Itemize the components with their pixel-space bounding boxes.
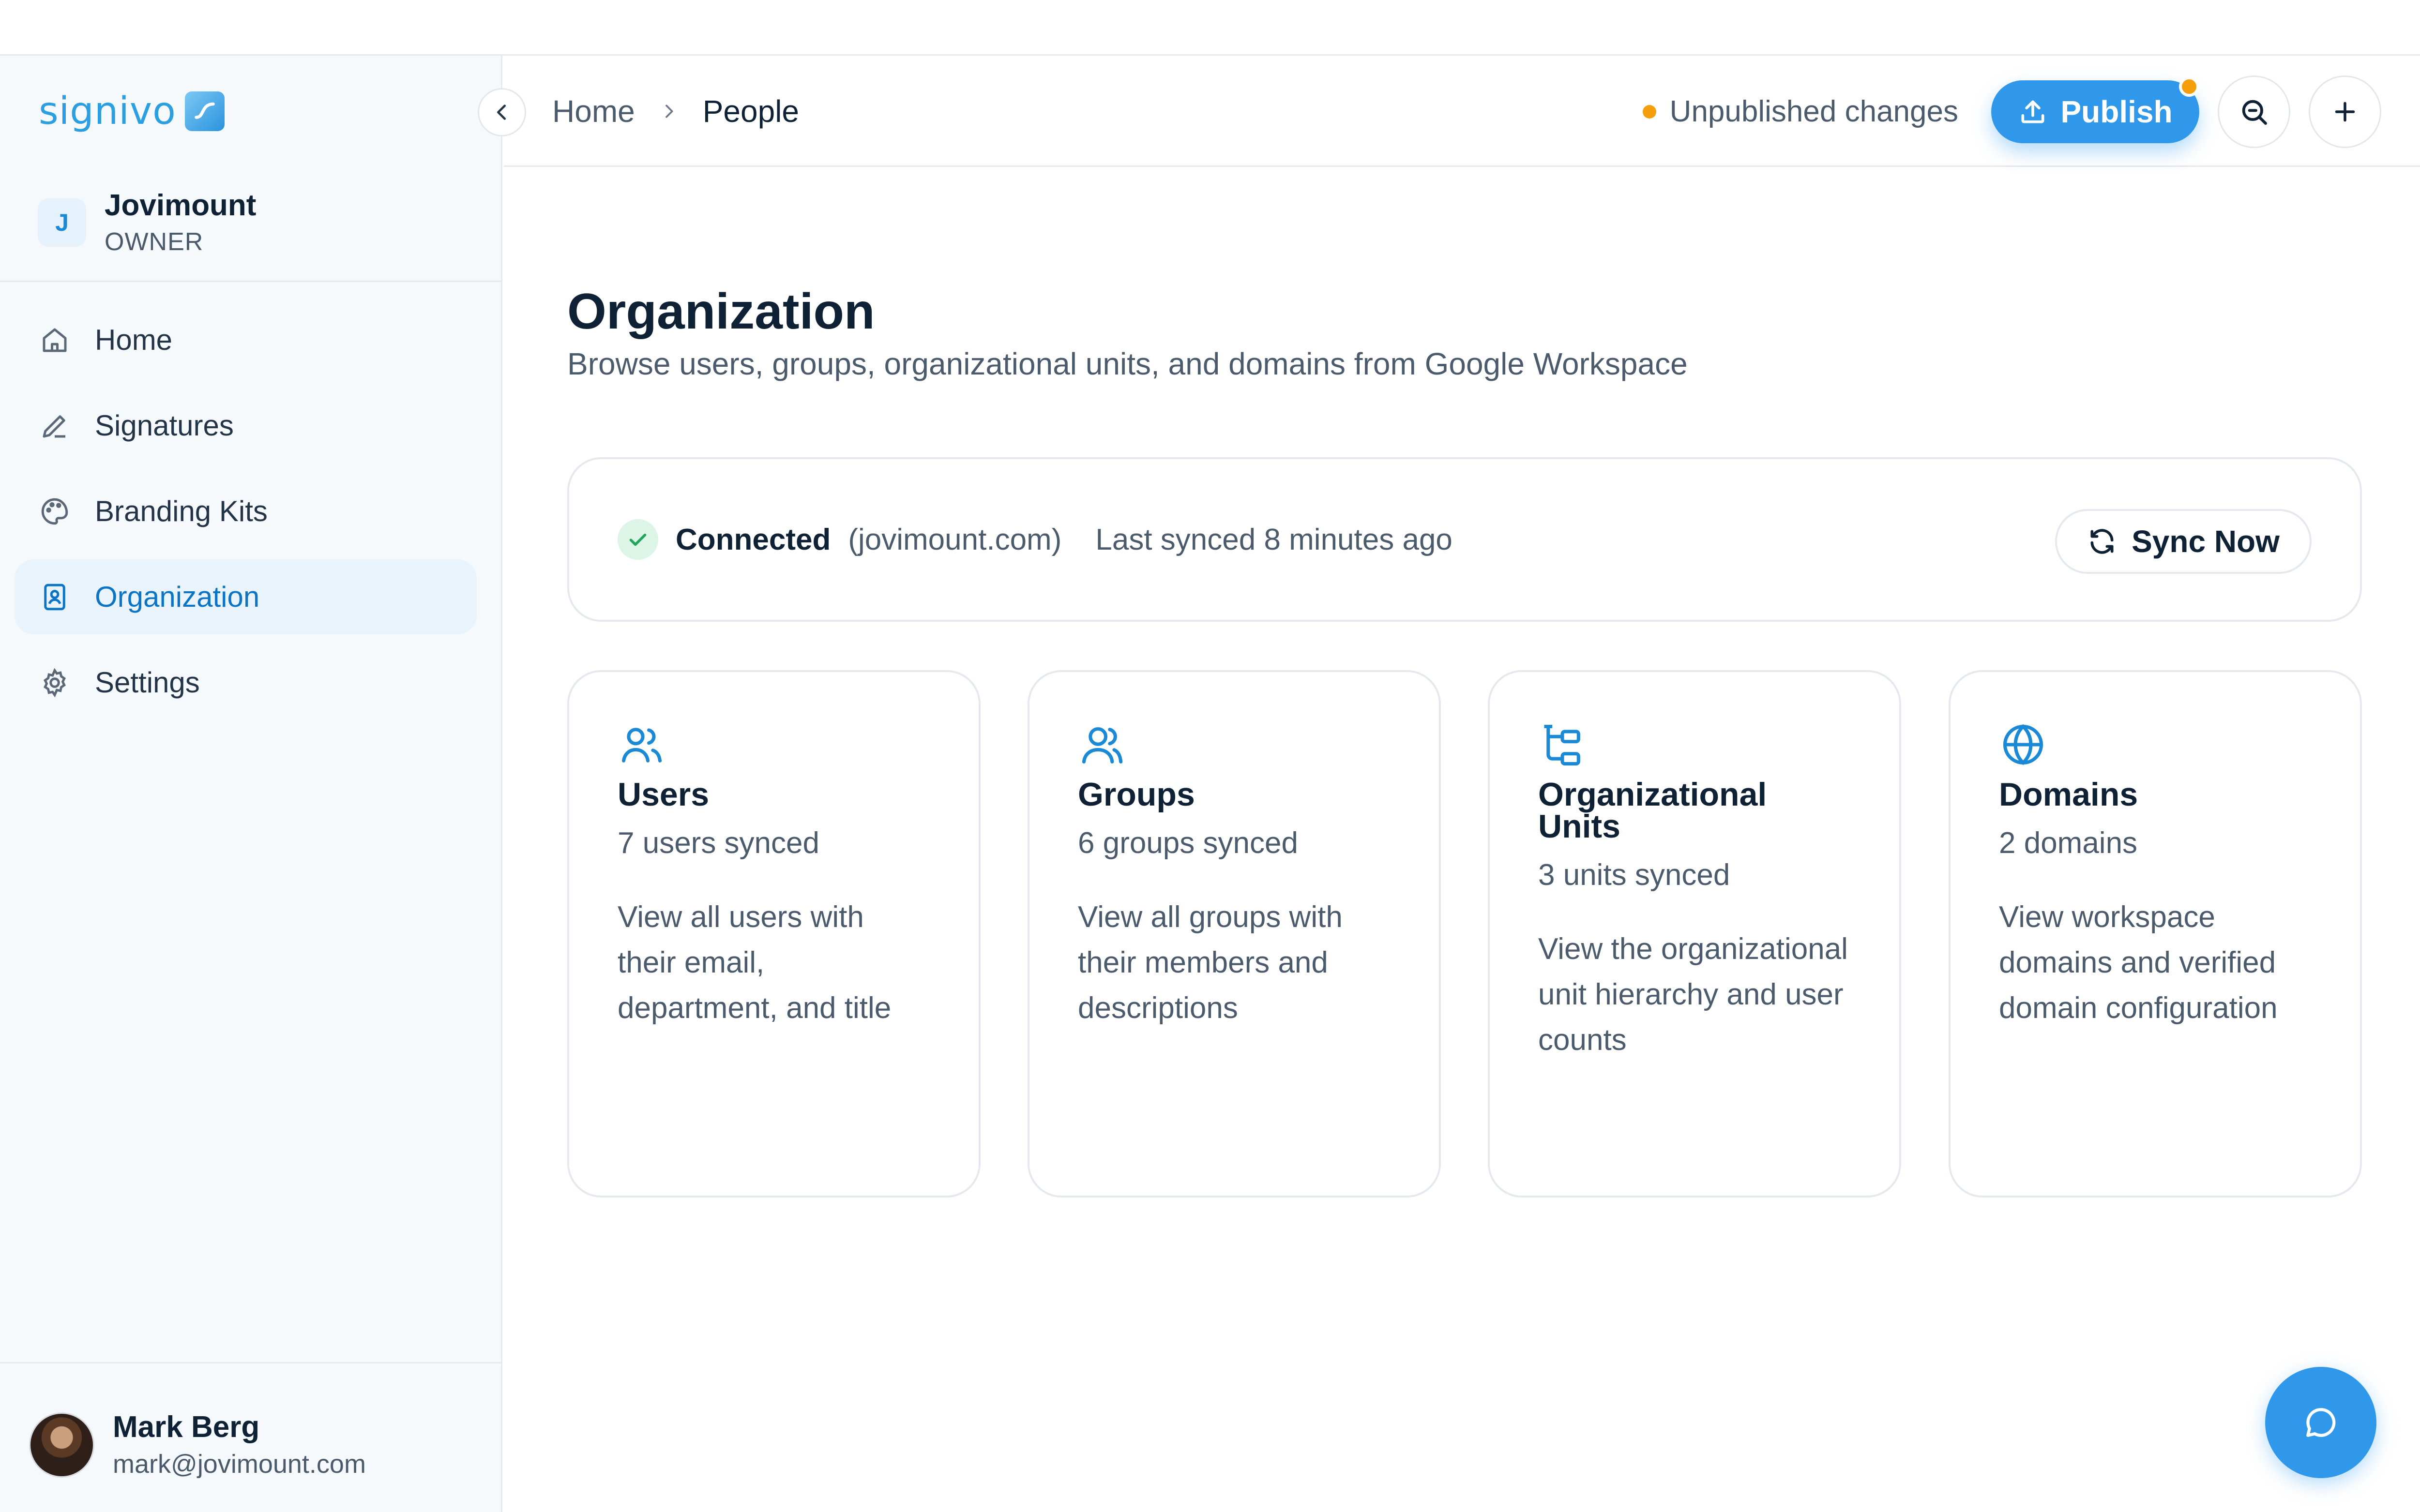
globe-icon	[1999, 720, 2312, 774]
last-synced-text: Last synced 8 minutes ago	[1095, 523, 1452, 556]
workspace-role: OWNER	[105, 228, 204, 256]
sidebar-divider	[0, 1362, 502, 1363]
card-title: Domains	[1999, 776, 2138, 813]
collapse-sidebar-button[interactable]	[478, 88, 526, 136]
groups-card[interactable]: Groups 6 groups synced View all groups w…	[1028, 670, 1441, 1198]
sidebar-item-label: Organization	[95, 581, 260, 613]
card-title: Users	[618, 776, 710, 813]
browser-top-strip	[0, 0, 2420, 56]
connected-label: Connected	[676, 523, 831, 556]
card-description: View the organizational unit hierarchy a…	[1538, 932, 1848, 1057]
brand-mark-icon	[184, 91, 225, 131]
unpublished-label: Unpublished changes	[1669, 95, 1958, 128]
top-header: Home People Unpublished changes Publish	[504, 56, 2420, 167]
card-description: View all groups with their members and d…	[1078, 900, 1343, 1025]
workspace-switcher[interactable]: J Jovimount OWNER	[38, 186, 256, 259]
chevron-left-icon	[497, 105, 506, 120]
connected-domain: (jovimount.com)	[848, 523, 1062, 556]
header-actions: Unpublished changes Publish	[1642, 75, 2381, 148]
breadcrumb: Home People	[552, 56, 799, 167]
card-count: 6 groups synced	[1078, 826, 1298, 860]
group-icon	[1078, 720, 1391, 774]
chevron-right-icon	[665, 105, 673, 118]
unpublished-status: Unpublished changes	[1642, 94, 1958, 129]
resource-cards: Users 7 users synced View all users with…	[567, 670, 2362, 1198]
user-email: mark@jovimount.com	[113, 1450, 366, 1479]
refresh-icon	[2090, 529, 2114, 554]
pen-icon	[43, 415, 65, 437]
card-count: 7 users synced	[618, 826, 819, 860]
search-button[interactable]	[2218, 75, 2290, 148]
status-dot-icon	[1642, 105, 1656, 119]
sync-now-label: Sync Now	[2132, 524, 2280, 559]
user-name: Mark Berg	[113, 1410, 260, 1444]
notification-dot	[2179, 76, 2199, 97]
page-title: Organization	[567, 284, 875, 340]
add-button[interactable]	[2309, 75, 2381, 148]
card-title: Groups	[1078, 776, 1195, 813]
sidebar-item-label: Settings	[95, 666, 200, 699]
avatar	[29, 1412, 94, 1478]
users-icon	[618, 720, 930, 774]
gear-icon	[44, 668, 66, 697]
breadcrumb-current: People	[702, 94, 799, 129]
sidebar-item-settings[interactable]: Settings	[15, 645, 477, 720]
sidebar-item-branding-kits[interactable]: Branding Kits	[15, 474, 477, 549]
card-description: View all users with their email, departm…	[618, 900, 892, 1025]
sidebar-divider	[0, 281, 502, 282]
organizational-units-card[interactable]: Organizational Units 3 units synced View…	[1488, 670, 1901, 1198]
publish-label: Publish	[2060, 94, 2173, 129]
workspace-avatar: J	[38, 198, 86, 247]
chat-bubble-icon	[2306, 1408, 2336, 1437]
sidebar-nav: Home Signatures Branding Kits Organizati…	[15, 302, 477, 731]
breadcrumb-home-link[interactable]: Home	[552, 93, 635, 129]
plus-icon	[2335, 102, 2355, 121]
card-title: Organizational Units	[1538, 776, 1767, 845]
card-count: 3 units synced	[1538, 858, 1730, 892]
users-card[interactable]: Users 7 users synced View all users with…	[567, 670, 981, 1198]
contact-book-icon	[44, 584, 65, 610]
brand-name: signivo	[39, 90, 176, 133]
card-description: View workspace domains and verified doma…	[1999, 900, 2278, 1025]
sidebar-item-organization[interactable]: Organization	[15, 559, 477, 634]
user-profile[interactable]: Mark Berg mark@jovimount.com	[29, 1408, 366, 1482]
sidebar-item-signatures[interactable]: Signatures	[15, 388, 477, 463]
sidebar-item-label: Home	[95, 324, 173, 356]
publish-button[interactable]: Publish	[1991, 76, 2199, 143]
chat-button[interactable]	[2265, 1367, 2376, 1478]
brand-logo[interactable]: signivo	[39, 87, 225, 135]
home-icon	[43, 328, 67, 352]
palette-icon	[41, 498, 68, 524]
org-tree-icon	[1538, 720, 1851, 774]
card-count: 2 domains	[1999, 826, 2138, 860]
domains-card[interactable]: Domains 2 domains View workspace domains…	[1949, 670, 2362, 1198]
connection-status-card: Connected (jovimount.com) Last synced 8 …	[567, 457, 2362, 622]
sidebar-item-home[interactable]: Home	[15, 302, 477, 377]
sidebar	[0, 56, 502, 1512]
sidebar-item-label: Branding Kits	[95, 495, 268, 527]
sync-now-button[interactable]: Sync Now	[2055, 509, 2312, 574]
search-icon	[2242, 100, 2267, 125]
upload-icon	[2021, 100, 2044, 123]
page-subtitle: Browse users, groups, organizational uni…	[567, 346, 1688, 381]
check-icon	[618, 519, 658, 560]
workspace-name: Jovimount	[105, 189, 257, 222]
sidebar-item-label: Signatures	[95, 409, 234, 442]
